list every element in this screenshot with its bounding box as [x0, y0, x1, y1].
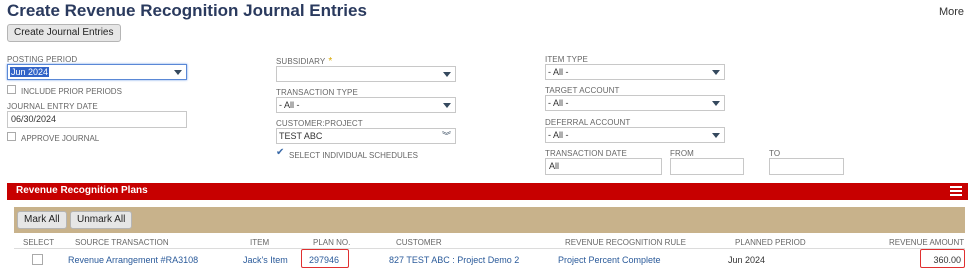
- transaction-type-value: - All -: [279, 100, 300, 110]
- hamburger-menu-icon[interactable]: [950, 186, 962, 197]
- target-account-select[interactable]: - All -: [545, 95, 725, 111]
- target-account-value: - All -: [548, 98, 569, 108]
- posting-period-select[interactable]: Jun 2024: [7, 64, 187, 80]
- subsidiary-select[interactable]: [276, 66, 456, 82]
- include-prior-periods-checkbox[interactable]: [7, 85, 16, 94]
- include-prior-periods-label: INCLUDE PRIOR PERIODS: [21, 87, 122, 96]
- page-title: Create Revenue Recognition Journal Entri…: [7, 1, 367, 20]
- to-label: TO: [769, 149, 781, 158]
- col-header-select: SELECT: [23, 238, 55, 247]
- plan-no-link[interactable]: 297946: [309, 255, 339, 265]
- posting-period-value: Jun 2024: [10, 67, 50, 77]
- journal-entry-date-label: JOURNAL ENTRY DATE: [7, 102, 98, 111]
- deferral-account-value: - All -: [548, 130, 569, 140]
- subsidiary-label-text: SUBSIDIARY: [276, 57, 326, 66]
- chevron-down-icon: [712, 133, 720, 138]
- unmark-all-button[interactable]: Unmark All: [70, 211, 133, 229]
- select-individual-schedules-label: SELECT INDIVIDUAL SCHEDULES: [289, 151, 418, 160]
- col-header-plan-no: PLAN NO.: [313, 238, 351, 247]
- more-link[interactable]: More: [939, 6, 964, 18]
- transaction-type-select[interactable]: - All -: [276, 97, 456, 113]
- planned-period-value: Jun 2024: [728, 255, 766, 265]
- item-type-label: ITEM TYPE: [545, 55, 588, 64]
- customer-project-value: TEST ABC: [279, 131, 323, 141]
- col-header-revenue-amount: REVENUE AMOUNT: [889, 238, 965, 247]
- source-transaction-link[interactable]: Revenue Arrangement #RA3108: [68, 255, 198, 265]
- customer-project-label: CUSTOMER:PROJECT: [276, 119, 363, 128]
- customer-link[interactable]: 827 TEST ABC : Project Demo 2: [389, 255, 519, 265]
- col-header-planned-period: PLANNED PERIOD: [735, 238, 806, 247]
- deferral-account-select[interactable]: - All -: [545, 127, 725, 143]
- to-date-input[interactable]: [769, 158, 844, 175]
- approve-journal-checkbox[interactable]: [7, 132, 16, 141]
- customer-project-select[interactable]: TEST ABC ︾: [276, 128, 456, 144]
- chevron-down-icon: [712, 101, 720, 106]
- header-divider: [14, 248, 965, 249]
- col-header-item: ITEM: [250, 238, 270, 247]
- item-type-value: - All -: [548, 67, 569, 77]
- select-individual-schedules-checkbox[interactable]: ✔: [276, 148, 286, 158]
- chevron-down-icon: [443, 72, 451, 77]
- from-date-input[interactable]: [670, 158, 744, 175]
- transaction-date-input[interactable]: All: [545, 158, 662, 175]
- transaction-date-label: TRANSACTION DATE: [545, 149, 627, 158]
- col-header-rule: REVENUE RECOGNITION RULE: [565, 238, 686, 247]
- row-select-checkbox[interactable]: [32, 254, 43, 265]
- col-header-source-transaction: SOURCE TRANSACTION: [75, 238, 169, 247]
- section-title: Revenue Recognition Plans: [16, 185, 148, 196]
- chevron-down-icon: [174, 70, 182, 75]
- item-link[interactable]: Jack's Item: [243, 255, 288, 265]
- create-journal-entries-button[interactable]: Create Journal Entries: [7, 24, 121, 42]
- journal-entry-date-input[interactable]: 06/30/2024: [7, 111, 187, 128]
- revenue-amount-value: 360.00: [933, 255, 961, 265]
- posting-period-label: POSTING PERIOD: [7, 55, 78, 64]
- col-header-customer: CUSTOMER: [396, 238, 442, 247]
- transaction-type-label: TRANSACTION TYPE: [276, 88, 358, 97]
- mark-all-button[interactable]: Mark All: [17, 211, 67, 229]
- chevron-down-icon: [443, 103, 451, 108]
- approve-journal-label: APPROVE JOURNAL: [21, 134, 100, 143]
- from-label: FROM: [670, 149, 694, 158]
- rule-link[interactable]: Project Percent Complete: [558, 255, 661, 265]
- double-chevron-icon: ︾: [441, 131, 451, 141]
- section-header[interactable]: Revenue Recognition Plans: [7, 183, 968, 200]
- target-account-label: TARGET ACCOUNT: [545, 86, 620, 95]
- item-type-select[interactable]: - All -: [545, 64, 725, 80]
- sublist-toolbar: [14, 207, 965, 233]
- deferral-account-label: DEFERRAL ACCOUNT: [545, 118, 631, 127]
- chevron-down-icon: [712, 70, 720, 75]
